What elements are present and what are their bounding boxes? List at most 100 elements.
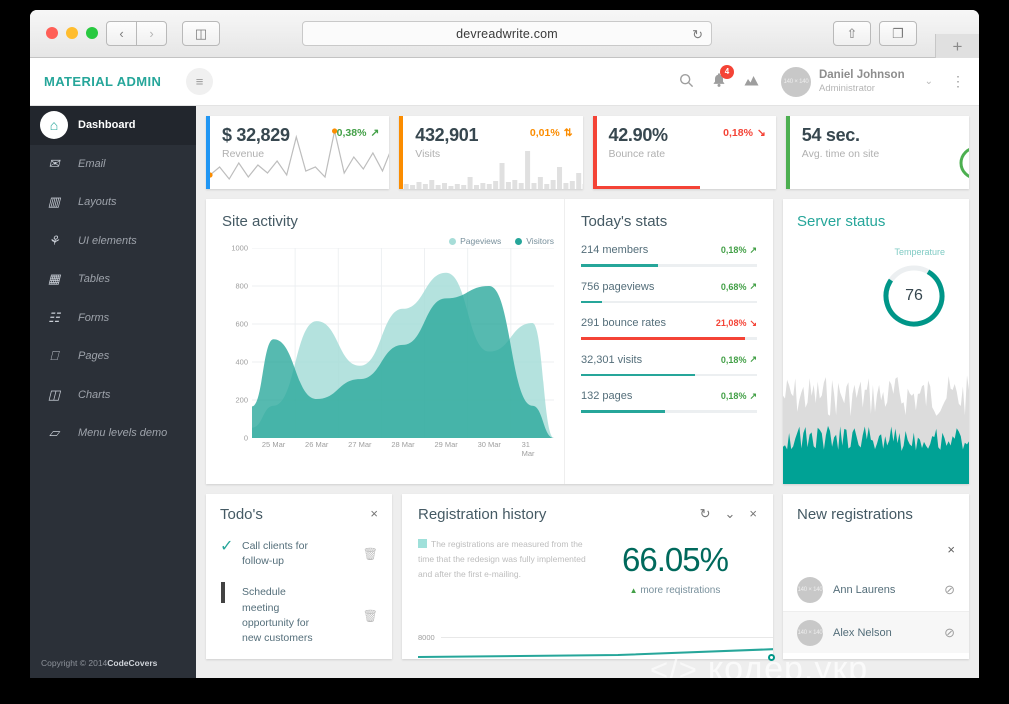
stat-progress-row: 291 bounce rates 21,08% ↘ <box>580 317 757 340</box>
stat-value: 54 sec. <box>801 125 860 145</box>
progress-fill <box>580 264 659 267</box>
user-menu[interactable]: 140 × 140 Daniel Johnson Administrator ⌄ <box>780 66 933 97</box>
stat-label: Avg. time on site <box>801 148 880 160</box>
todos-card: Todo's × ✓ Call clients for follow-up 🗑 … <box>206 494 392 659</box>
sidebar-item-menu-levels-demo[interactable]: ▱ Menu levels demo <box>30 414 196 453</box>
plot-area <box>252 247 554 439</box>
todo-item[interactable]: ✓ Call clients for follow-up 🗑 <box>220 539 378 569</box>
todo-text: Call clients for follow-up <box>242 540 308 568</box>
stat-card-avg-time-on-site[interactable]: 54 sec. Avg. time on site <box>785 116 969 189</box>
progress-track <box>580 300 757 303</box>
chevron-down-icon[interactable]: ⌄ <box>725 506 736 522</box>
stat-row-top: 132 pages 0,18% ↗ <box>581 390 757 402</box>
dashboard-row-3: Todo's × ✓ Call clients for follow-up 🗑 … <box>206 494 969 659</box>
registration-row[interactable]: 140 × 140 Ann Laurens ⊘ <box>783 569 969 611</box>
copyright-text: Copyright © 2014 <box>41 658 108 668</box>
refresh-icon[interactable]: ↻ <box>700 506 711 522</box>
delete-icon[interactable]: 🗑 <box>363 547 378 561</box>
back-button[interactable]: ‹ <box>106 21 137 46</box>
sidebar-item-label: Pages <box>78 350 110 363</box>
forward-button[interactable]: › <box>136 21 167 46</box>
stat-card-revenue[interactable]: 0,38% ↗ $ 32,829 Revenue <box>206 116 390 189</box>
stat-card-visits[interactable]: 0,01% ⇅ 432,901 Visits <box>399 116 583 189</box>
delete-icon[interactable]: 🗑 <box>363 609 378 623</box>
email-icon: ✉ <box>48 155 60 171</box>
analytics-chart-icon[interactable] <box>744 73 759 90</box>
url-text: devreadwrite.com <box>456 26 558 41</box>
new-tab-button[interactable]: + <box>935 34 979 59</box>
stat-delta: 0,18% ↘ <box>723 127 766 139</box>
minimize-window-button[interactable] <box>66 27 78 39</box>
menu-toggle-button[interactable]: ≡ <box>186 68 213 95</box>
close-window-button[interactable] <box>46 27 58 39</box>
reload-icon[interactable]: ↻ <box>692 27 703 43</box>
stat-card-bounce-rate[interactable]: 0,18% ↘ 42.90% Bounce rate <box>592 116 776 189</box>
brand-title: MATERIAL ADMIN <box>44 74 162 89</box>
search-icon[interactable] <box>679 73 694 91</box>
more-options-button[interactable]: ⋮ <box>951 73 965 90</box>
todo-item[interactable]: Schedule meeting opportunity for new cus… <box>220 582 378 646</box>
stat-row-label: 32,301 visits <box>580 353 643 366</box>
browser-toolbar: ‹ › ◫ devreadwrite.com ↻ ⇧ ❐ + <box>30 10 979 59</box>
tabs-icon: ❐ <box>892 25 904 41</box>
x-tick-label: 26 Mar <box>305 440 329 449</box>
dashboard-content: 0,38% ↗ $ 32,829 Revenue 0,01% ⇅ 432,901… <box>196 106 979 678</box>
stat-delta-value: 0,18% <box>723 127 753 139</box>
check-icon[interactable]: ✓ <box>220 539 242 555</box>
y-tick-label: 600 <box>235 319 248 329</box>
legend-item: Pageviews <box>449 236 501 246</box>
sidebar-item-forms[interactable]: ☷ Forms <box>30 299 196 338</box>
address-bar[interactable]: devreadwrite.com ↻ <box>302 21 712 46</box>
activity-and-stats-card: Site activity Pageviews Visitors 1000 800… <box>206 199 773 484</box>
notifications-bell-icon[interactable]: 4 <box>712 65 734 91</box>
sidebar-item-layouts[interactable]: ▥ Layouts <box>30 183 196 222</box>
todos-header: Todo's × <box>220 506 378 523</box>
legend-dot-icon <box>449 237 457 245</box>
user-role: Administrator <box>818 82 875 94</box>
share-button[interactable]: ⇧ <box>833 21 871 46</box>
forms-icon: ☷ <box>48 309 60 325</box>
registration-description: The registrations are measured from the … <box>418 537 593 596</box>
registration-summary: 66.05% ▲ more reqistrations <box>593 537 757 596</box>
y-tick-label: 1000 <box>231 243 248 253</box>
stat-row-delta-value: 0,18% <box>720 245 747 255</box>
browser-sidebar-toggle-button[interactable]: ◫ <box>182 21 220 46</box>
tables-icon: ▦ <box>47 271 61 287</box>
block-icon[interactable]: ⊘ <box>944 582 955 598</box>
trend-icon: ⇅ <box>563 127 573 139</box>
checkbox-icon[interactable] <box>220 582 242 604</box>
sidebar-item-label: Layouts <box>78 196 117 209</box>
block-icon[interactable]: ⊘ <box>944 625 955 641</box>
sidebar-item-tables[interactable]: ▦ Tables <box>30 260 196 299</box>
stat-progress-row: 214 members 0,18% ↗ <box>580 244 757 267</box>
maximize-window-button[interactable] <box>86 27 98 39</box>
sidebar-item-charts[interactable]: ◫ Charts <box>30 376 196 415</box>
close-icon[interactable]: × <box>370 506 378 521</box>
progress-track <box>580 373 757 376</box>
trend-icon: ↗ <box>370 127 380 139</box>
x-tick-label: 30 Mar <box>477 440 501 449</box>
sidebar-item-pages[interactable]: ⎕ Pages <box>30 337 196 376</box>
progress-track <box>580 410 757 413</box>
legend-item: Visitors <box>515 236 554 246</box>
sidebar-item-ui-elements[interactable]: ⚘ UI elements <box>30 222 196 261</box>
todo-list: ✓ Call clients for follow-up 🗑 Schedule … <box>220 539 378 646</box>
menu-levels-demo-icon: ▱ <box>49 425 59 441</box>
registration-subtitle-text: more reqistrations <box>640 585 721 596</box>
registration-row[interactable]: 140 × 140 Alex Nelson ⊘ <box>783 611 969 653</box>
sidebar-item-dashboard[interactable]: ⌂ Dashboard <box>30 106 196 145</box>
dashboard-icon: ⌂ <box>40 111 68 140</box>
show-tabs-button[interactable]: ❐ <box>879 21 917 46</box>
stat-row-delta-value: 0,18% <box>720 354 747 365</box>
legend-dot-icon <box>515 237 523 245</box>
registration-actions: ↻ ⌄ × <box>700 506 757 522</box>
close-icon[interactable]: × <box>947 542 955 557</box>
server-status-card: Server status Temperature 76 <box>783 199 969 484</box>
stat-delta: 0,38% ↗ <box>337 127 380 139</box>
close-icon[interactable]: × <box>749 506 757 522</box>
avatar: 140 × 140 <box>797 577 823 603</box>
sidebar-item-email[interactable]: ✉ Email <box>30 145 196 184</box>
y-tick-label: 200 <box>235 395 248 405</box>
stat-row-delta: 0,18% ↗ <box>721 354 757 365</box>
trend-icon: ↘ <box>756 127 766 139</box>
